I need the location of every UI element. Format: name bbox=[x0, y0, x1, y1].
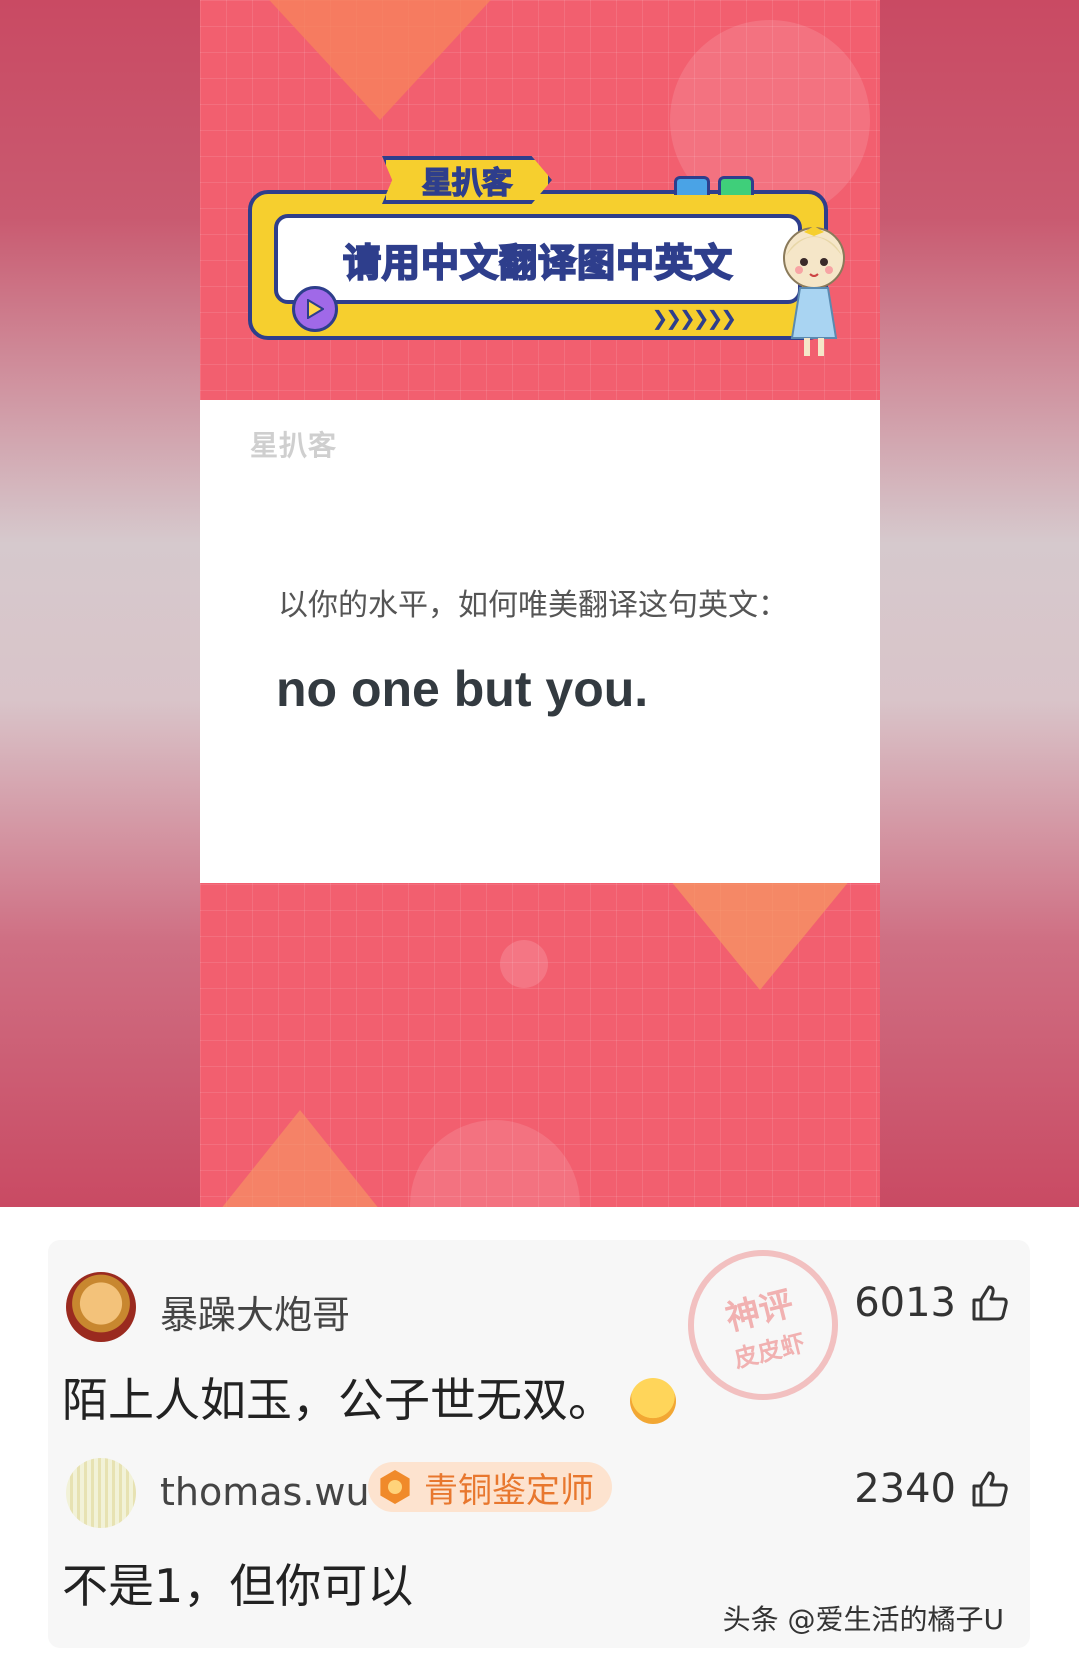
like-button[interactable]: 2340 bbox=[854, 1466, 1010, 1512]
decor-circle bbox=[500, 940, 548, 988]
comment-text: 不是1，但你可以 bbox=[62, 1559, 414, 1613]
arrows-icon: ❯❯❯❯❯❯ bbox=[651, 306, 737, 330]
banner-tab bbox=[718, 176, 754, 195]
card-english-text: no one but you. bbox=[276, 661, 649, 717]
banner-tabs bbox=[674, 176, 754, 195]
like-button[interactable]: 6013 bbox=[854, 1280, 1010, 1326]
like-count: 2340 bbox=[854, 1466, 956, 1512]
comment-username[interactable]: 暴躁大炮哥 bbox=[160, 1284, 350, 1339]
decor-triangle bbox=[670, 880, 850, 990]
play-icon bbox=[307, 299, 324, 319]
cartoon-girl-icon bbox=[783, 226, 845, 356]
banner-inner: 请用中文翻译图中英文 bbox=[274, 214, 802, 304]
user-badge[interactable]: 青铜鉴定师 bbox=[368, 1462, 612, 1512]
banner-logo-tag: 星扒客 bbox=[382, 156, 552, 204]
decor-circle bbox=[410, 1120, 580, 1207]
card-question: 以你的水平，如何唯美翻译这句英文： bbox=[278, 588, 788, 623]
decor-triangle bbox=[220, 1110, 380, 1207]
emoji-icon bbox=[630, 1378, 676, 1424]
banner-title: 请用中文翻译图中英文 bbox=[342, 240, 733, 286]
comment-text-content: 陌上人如玉，公子世无双。 bbox=[62, 1373, 614, 1427]
banner-lights bbox=[278, 222, 798, 228]
like-count: 6013 bbox=[854, 1280, 956, 1326]
badge-icon bbox=[380, 1470, 410, 1504]
decor-triangle bbox=[260, 0, 500, 120]
hot-comment-stamp: 神评 皮皮虾 bbox=[672, 1234, 854, 1416]
title-banner: 星扒客 请用中文翻译图中英文 ❯❯❯❯❯❯ bbox=[248, 156, 845, 356]
avatar[interactable] bbox=[66, 1458, 136, 1528]
thumb-up-icon bbox=[972, 1285, 1008, 1321]
comment-section: 神评 皮皮虾 暴躁大炮哥 6013 陌上人如玉，公子世无双。 thomas.wu… bbox=[48, 1234, 1030, 1648]
media-area[interactable]: 星扒客 请用中文翻译图中英文 ❯❯❯❯❯❯ 星扒客 以你的水平，如何唯美翻译这句… bbox=[0, 0, 1079, 1207]
comment-username[interactable]: thomas.wu bbox=[160, 1470, 370, 1514]
badge-label: 青铜鉴定师 bbox=[424, 1470, 594, 1511]
play-button[interactable] bbox=[292, 286, 338, 332]
source-watermark: 头条 @爱生活的橘子U bbox=[722, 1603, 1004, 1636]
poster-image: 星扒客 请用中文翻译图中英文 ❯❯❯❯❯❯ 星扒客 以你的水平，如何唯美翻译这句… bbox=[200, 0, 880, 1207]
card-logo: 星扒客 bbox=[250, 429, 338, 462]
question-card: 星扒客 以你的水平，如何唯美翻译这句英文： no one but you. bbox=[200, 400, 880, 883]
thumb-up-icon bbox=[972, 1471, 1008, 1507]
banner-tab bbox=[674, 176, 710, 195]
avatar[interactable] bbox=[66, 1272, 136, 1342]
banner-logo-text: 星扒客 bbox=[421, 165, 513, 202]
comment-text: 陌上人如玉，公子世无双。 bbox=[62, 1364, 676, 1430]
